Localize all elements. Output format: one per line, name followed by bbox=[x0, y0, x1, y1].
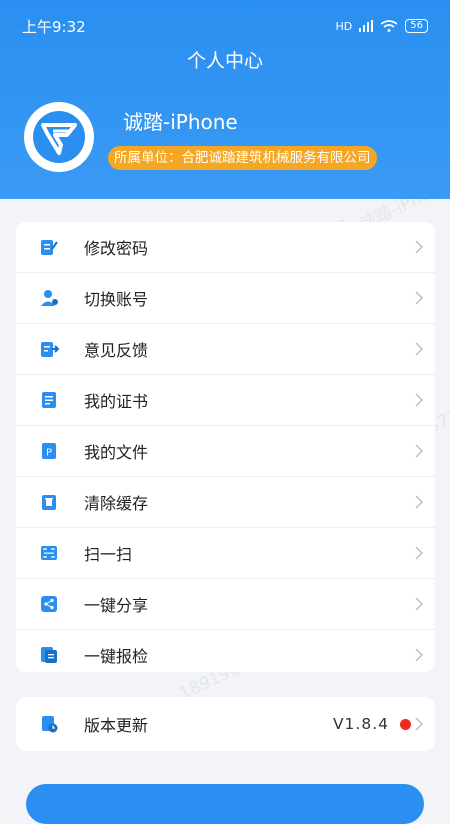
chevron-right-icon bbox=[415, 597, 424, 611]
logout-button[interactable] bbox=[26, 784, 424, 824]
certificate-icon bbox=[42, 392, 56, 408]
username: 诚踏-iPhone bbox=[123, 110, 238, 134]
update-dot bbox=[400, 718, 411, 730]
menu-label: 我的文件 bbox=[84, 443, 149, 462]
menu-item-my-files[interactable]: P 我的文件 bbox=[16, 426, 435, 477]
menu-item-scan[interactable]: 扫一扫 bbox=[16, 528, 435, 579]
logo-icon bbox=[33, 111, 85, 163]
menu-item-share[interactable]: 一键分享 bbox=[16, 579, 435, 630]
menu-item-my-certificates[interactable]: 我的证书 bbox=[16, 375, 435, 426]
report-icon bbox=[41, 647, 57, 663]
menu-label: 一键分享 bbox=[84, 596, 149, 615]
menu-label: 我的证书 bbox=[84, 392, 149, 411]
menu-item-switch-account[interactable]: 切换账号 bbox=[16, 273, 435, 324]
chevron-right-icon bbox=[415, 444, 424, 458]
status-bar: 上午9:32 HD 56 bbox=[22, 14, 428, 38]
version-card: 版本更新 V1.8.4 bbox=[16, 697, 435, 751]
svg-text:P: P bbox=[46, 448, 52, 459]
menu-label: 扫一扫 bbox=[84, 545, 133, 564]
menu-item-report[interactable]: 一键报检 bbox=[16, 630, 435, 680]
chevron-right-icon bbox=[415, 546, 424, 560]
page-title: 个人中心 bbox=[186, 50, 263, 72]
menu-label: 清除缓存 bbox=[84, 494, 149, 513]
menu-item-version-update[interactable]: 版本更新 V1.8.4 bbox=[16, 697, 435, 751]
scan-icon bbox=[41, 546, 57, 560]
menu-label: 意见反馈 bbox=[84, 341, 149, 360]
share-icon bbox=[41, 596, 57, 612]
menu-list: 修改密码 切换账号 意见反馈 我的证书 P 我的文件 清除缓存 扫一扫 一键分享 bbox=[16, 222, 435, 672]
menu-label: 版本更新 bbox=[84, 716, 149, 735]
network-label: HD bbox=[335, 19, 353, 33]
menu-label: 修改密码 bbox=[84, 239, 149, 258]
menu-item-feedback[interactable]: 意见反馈 bbox=[16, 324, 435, 375]
battery-icon: 56 bbox=[405, 19, 428, 33]
company-logo bbox=[24, 102, 94, 172]
feedback-icon bbox=[41, 342, 59, 357]
chevron-right-icon bbox=[415, 342, 424, 356]
profile-header: 上午9:32 HD 56 个人中心 诚踏-iPhone 所属单位：合肥诚踏建筑机… bbox=[0, 0, 450, 199]
file-icon: P bbox=[42, 443, 56, 459]
chevron-right-icon bbox=[415, 648, 424, 662]
menu-label: 一键报检 bbox=[84, 647, 149, 666]
signal-icon bbox=[359, 20, 374, 32]
menu-label: 切换账号 bbox=[84, 290, 149, 309]
menu-item-clear-cache[interactable]: 清除缓存 bbox=[16, 477, 435, 528]
menu-item-change-password[interactable]: 修改密码 bbox=[16, 222, 435, 273]
version-icon bbox=[42, 716, 58, 733]
switch-user-icon bbox=[41, 290, 58, 306]
status-time: 上午9:32 bbox=[22, 17, 86, 36]
company-badge: 所属单位：合肥诚踏建筑机械服务有限公司 bbox=[108, 146, 377, 170]
chevron-right-icon bbox=[415, 393, 424, 407]
wifi-icon bbox=[380, 20, 398, 32]
chevron-right-icon bbox=[415, 495, 424, 509]
edit-doc-icon bbox=[41, 240, 58, 255]
chevron-right-icon bbox=[415, 291, 424, 305]
chevron-right-icon bbox=[415, 240, 424, 254]
trash-icon bbox=[42, 495, 56, 510]
version-number: V1.8.4 bbox=[332, 715, 389, 733]
chevron-right-icon bbox=[415, 717, 424, 731]
